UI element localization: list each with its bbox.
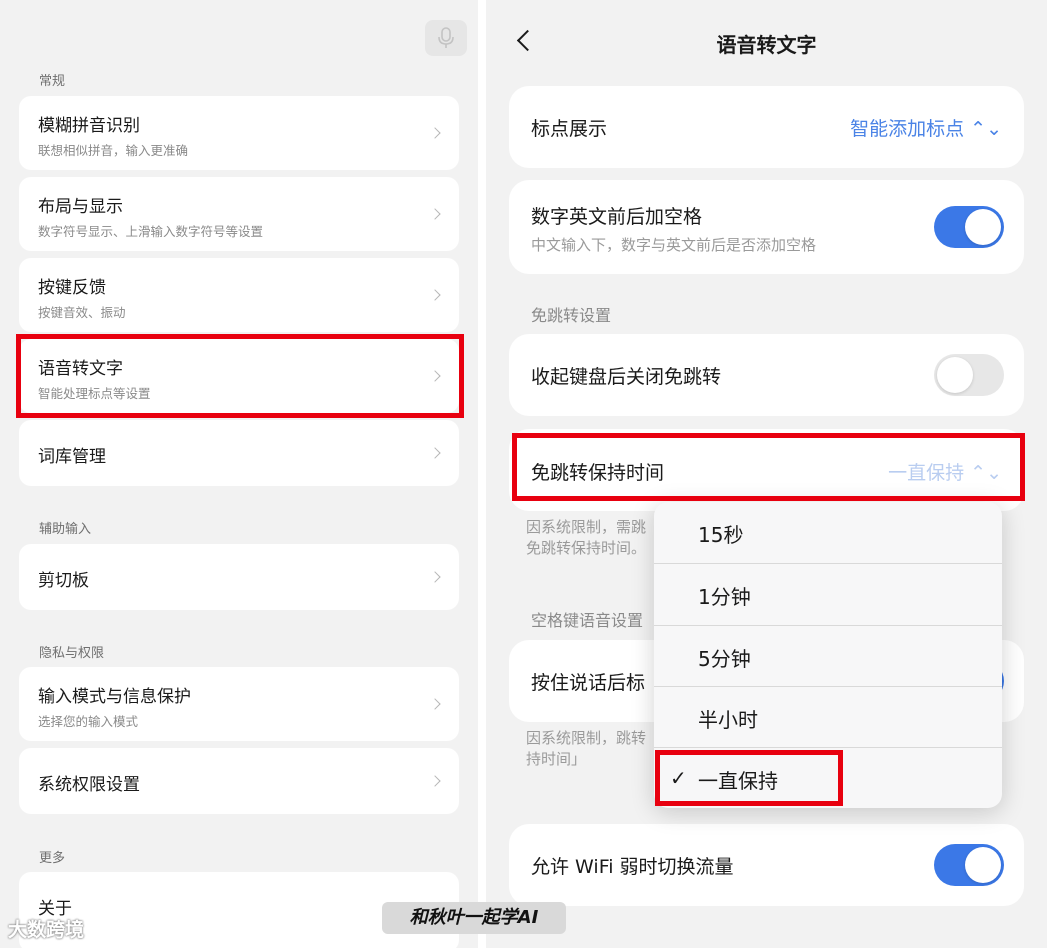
note-space-voice: 因系统限制，跳转 持时间」	[526, 728, 646, 770]
option-5min[interactable]: 5分钟	[654, 626, 1002, 687]
checkmark-icon: ✓	[670, 766, 687, 790]
option-label: 1分钟	[698, 585, 751, 609]
chevron-right-icon	[429, 370, 441, 382]
note-line: 免跳转保持时间。	[526, 539, 647, 557]
chevron-right-icon	[429, 698, 441, 710]
clipboard-item[interactable]: 剪切板	[19, 544, 459, 610]
item-title: 按键反馈	[38, 278, 106, 298]
microphone-button[interactable]	[425, 20, 467, 56]
chevron-right-icon	[429, 775, 441, 787]
wifi-switch-row: 允许 WiFi 弱时切换流量	[509, 824, 1024, 906]
item-title: 词库管理	[38, 447, 106, 467]
spacing-label: 数字英文前后加空格	[531, 206, 703, 228]
spacing-toggle[interactable]	[934, 206, 1004, 248]
item-subtitle: 选择您的输入模式	[38, 714, 139, 729]
option-label: 一直保持	[698, 769, 778, 793]
option-1min[interactable]: 1分钟	[654, 564, 1002, 625]
spacing-row: 数字英文前后加空格 中文输入下，数字与英文前后是否添加空格	[509, 180, 1024, 274]
item-title: 布局与显示	[38, 197, 123, 217]
keep-time-label: 免跳转保持时间	[531, 462, 665, 484]
watermark-logo-text: 大数跨境	[8, 919, 85, 941]
microphone-icon	[438, 27, 454, 48]
item-title: 语音转文字	[38, 359, 123, 379]
lexicon-management-item[interactable]: 词库管理	[19, 420, 459, 486]
option-15s[interactable]: 15秒	[654, 502, 1002, 563]
input-mode-privacy-item[interactable]: 输入模式与信息保护 选择您的输入模式	[19, 667, 459, 741]
punctuation-row[interactable]: 标点展示 智能添加标点 ⌃⌄	[509, 86, 1024, 168]
option-label: 15秒	[698, 523, 744, 547]
item-title: 模糊拼音识别	[38, 116, 140, 136]
item-subtitle: 联想相似拼音，输入更准确	[38, 143, 189, 158]
panel-divider	[478, 0, 486, 948]
keep-time-dropdown: 15秒 1分钟 5分钟 半小时 ✓ 一直保持	[654, 502, 1002, 808]
fuzzy-pinyin-item[interactable]: 模糊拼音识别 联想相似拼音，输入更准确	[19, 96, 459, 170]
item-subtitle: 智能处理标点等设置	[38, 386, 151, 401]
watermark-caption: 和秋叶一起学AI	[382, 902, 566, 934]
key-feedback-item[interactable]: 按键反馈 按键音效、振动	[19, 258, 459, 332]
option-label: 半小时	[698, 708, 758, 732]
option-label: 5分钟	[698, 647, 751, 671]
item-subtitle: 数字符号显示、上滑输入数字符号等设置	[38, 224, 264, 239]
option-half-hour[interactable]: 半小时	[654, 687, 1002, 748]
close-no-jump-toggle[interactable]	[934, 354, 1004, 396]
note-no-jump: 因系统限制，需跳 免跳转保持时间。	[526, 517, 646, 559]
note-line: 因系统限制，需跳	[526, 518, 647, 536]
section-more: 更多	[39, 851, 66, 866]
chevron-right-icon	[429, 571, 441, 583]
option-always[interactable]: ✓ 一直保持	[654, 748, 1002, 809]
chevron-right-icon	[429, 447, 441, 459]
note-line: 持时间」	[526, 750, 587, 768]
section-general: 常规	[39, 74, 66, 89]
close-no-jump-row: 收起键盘后关闭免跳转	[509, 334, 1024, 416]
wifi-switch-label: 允许 WiFi 弱时切换流量	[531, 856, 734, 878]
section-assist-input: 辅助输入	[39, 522, 92, 537]
settings-list-panel: 常规 模糊拼音识别 联想相似拼音，输入更准确 布局与显示 数字符号显示、上滑输入…	[0, 0, 478, 948]
hold-talk-label: 按住说话后标	[531, 672, 646, 694]
layout-display-item[interactable]: 布局与显示 数字符号显示、上滑输入数字符号等设置	[19, 177, 459, 251]
chevron-right-icon	[429, 127, 441, 139]
chevron-right-icon	[429, 289, 441, 301]
system-permissions-item[interactable]: 系统权限设置	[19, 748, 459, 814]
close-no-jump-label: 收起键盘后关闭免跳转	[531, 366, 722, 388]
wifi-switch-toggle[interactable]	[934, 844, 1004, 886]
item-title: 剪切板	[38, 571, 89, 591]
section-space-voice: 空格键语音设置	[531, 611, 644, 630]
section-no-jump: 免跳转设置	[531, 306, 612, 325]
speech-to-text-item[interactable]: 语音转文字 智能处理标点等设置	[19, 339, 459, 413]
section-privacy: 隐私与权限	[39, 646, 105, 661]
item-title: 系统权限设置	[38, 775, 140, 795]
chevron-right-icon	[429, 208, 441, 220]
item-title: 输入模式与信息保护	[38, 687, 191, 707]
item-subtitle: 按键音效、振动	[38, 305, 126, 320]
spacing-description: 中文输入下，数字与英文前后是否添加空格	[531, 236, 817, 254]
punctuation-select[interactable]: 智能添加标点 ⌃⌄	[850, 114, 1002, 141]
keep-time-select[interactable]: 一直保持 ⌃⌄	[888, 458, 1002, 485]
note-line: 因系统限制，跳转	[526, 729, 647, 747]
keep-time-row[interactable]: 免跳转保持时间 一直保持 ⌃⌄	[509, 429, 1024, 511]
punctuation-label: 标点展示	[531, 118, 608, 140]
page-title: 语音转文字	[716, 33, 817, 57]
